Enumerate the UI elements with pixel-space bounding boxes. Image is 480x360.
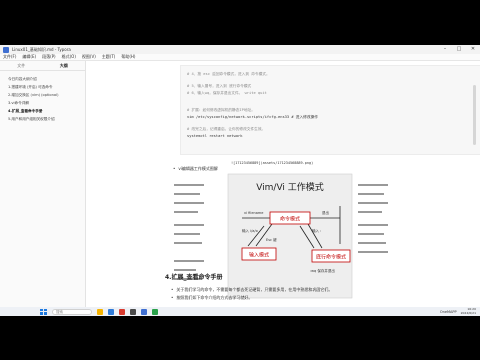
outline-list: 今日内容大纲介绍 1.搭建环境 (开启) 可选命令 2.增加交换区 (vim) … (0, 71, 85, 123)
outline-item[interactable]: 2.增加交换区 (vim) (optional) (8, 91, 85, 99)
outline-item[interactable]: 3.vi命令详解 (8, 99, 85, 107)
section-heading: 4.扩展_查看命令手册 (165, 274, 223, 281)
code-line: # 改完之后，记得重启，让你的修改文件生效。 (187, 127, 266, 131)
menu-theme[interactable]: 主题(T) (102, 54, 116, 60)
terminal-icon[interactable] (130, 308, 136, 315)
window-title: Linux01_基础知识.md - Typora (12, 46, 71, 52)
mode-command-label: 命令模式 (280, 216, 300, 223)
tab-outline[interactable]: 大纲 (43, 63, 86, 69)
outline-item[interactable]: 1.搭建环境 (开启) 可选命令 (8, 83, 85, 91)
code-line: # 扩展：如何修改虚拟机的静态IP地址。 (187, 108, 255, 112)
scrollbar-thumb[interactable] (473, 85, 476, 145)
menu-format[interactable]: 格式(O) (62, 54, 76, 60)
title-bar: Linux01_基础知识.md - Typora – □ ✕ (0, 45, 480, 54)
menu-bar: 文件(F) 编辑(E) 段落(P) 格式(O) 视图(V) 主题(T) 帮助(H… (0, 54, 480, 61)
label-quit: 退出 (322, 210, 330, 215)
code-line: vim /etc/sysconfig/network-scripts/ifcfg… (187, 115, 318, 119)
mode-last-line-label: 底行命令模式 (316, 254, 346, 261)
menu-view[interactable]: 视图(V) (82, 54, 96, 60)
file-explorer-icon[interactable] (97, 308, 103, 315)
menu-file[interactable]: 文件(F) (3, 54, 16, 60)
system-tray: OneMAPP 16:20 2024/6/21 (436, 307, 476, 316)
code-line: # 4、按 esc 返回命令模式，进入到 命令模式。 (187, 72, 270, 76)
close-icon[interactable]: ✕ (466, 45, 480, 54)
outline-item[interactable]: 今日内容大纲介绍 (8, 75, 85, 83)
menu-paragraph[interactable]: 段落(P) (42, 54, 56, 60)
outline-item-active[interactable]: 4.扩展_查看命令手册 (8, 107, 85, 115)
figure-left-legend (174, 184, 204, 280)
code-block[interactable]: # 4、按 esc 返回命令模式，进入到 命令模式。 # 5、输入冒号，进入到 … (180, 65, 480, 155)
screen: Linux01_基础知识.md - Typora – □ ✕ 文件(F) 编辑(… (0, 45, 480, 316)
vim-mode-diagram: Vim/Vi 工作模式 命令模式 输入模式 底行命令模式 vi filename… (174, 173, 388, 299)
label-enter-insert: 输入 i/a/o (242, 228, 258, 233)
typora-taskbar-icon[interactable] (141, 308, 147, 315)
code-line: # 5、输入冒号，进入到 底行命令模式 (187, 84, 252, 88)
label-wq: :wq 保存并退出 (310, 268, 335, 273)
label-colon: 输入 : (312, 228, 321, 233)
tray-app-label[interactable]: OneMAPP (440, 310, 457, 314)
browser-icon[interactable] (108, 308, 114, 315)
app-icon[interactable] (119, 308, 125, 315)
code-line: systemctl restart network (187, 134, 243, 138)
typora-app-icon (3, 46, 9, 53)
label-esc: Esc 键 (266, 237, 277, 242)
tab-files[interactable]: 文件 (0, 63, 43, 69)
label-open: vi filename (244, 211, 263, 215)
taskbar-search-input[interactable]: 搜索 (52, 308, 92, 315)
menu-help[interactable]: 帮助(H) (121, 54, 135, 60)
clock-date: 2024/6/21 (460, 310, 476, 315)
taskbar: 搜索 OneMAPP 16:20 2024/6/21 (0, 307, 480, 316)
figure-title: Vim/Vi 工作模式 (256, 181, 324, 193)
sidebar: 文件 大纲 今日内容大纲介绍 1.搭建环境 (开启) 可选命令 2.增加交换区 … (0, 61, 86, 307)
bullet-tip-1: 关于我们学习的命令，不需要每个都去死记硬背，只需要多用，在用中熟悉和巩固它们。 (171, 287, 332, 293)
code-line: # 6、输入wq，保存并退出文件。 write quit (187, 91, 267, 95)
image-path[interactable]: ![17123456889](assets/171234568889.png) (231, 161, 313, 165)
bullet-tip-2: 按照我们如下命令介绍的方式去学习就好。 (171, 295, 252, 301)
mode-insert-label: 输入模式 (249, 252, 269, 259)
outline-item[interactable]: 5.用户和用户组相关权限介绍 (8, 115, 85, 123)
minimize-icon[interactable]: – (438, 45, 452, 54)
windows-start-icon[interactable] (40, 308, 47, 315)
figure-right-legend (358, 184, 388, 253)
maximize-icon[interactable]: □ (452, 45, 466, 54)
wechat-icon[interactable] (152, 308, 158, 315)
clock[interactable]: 16:20 2024/6/21 (460, 307, 476, 315)
menu-edit[interactable]: 编辑(E) (22, 54, 36, 60)
